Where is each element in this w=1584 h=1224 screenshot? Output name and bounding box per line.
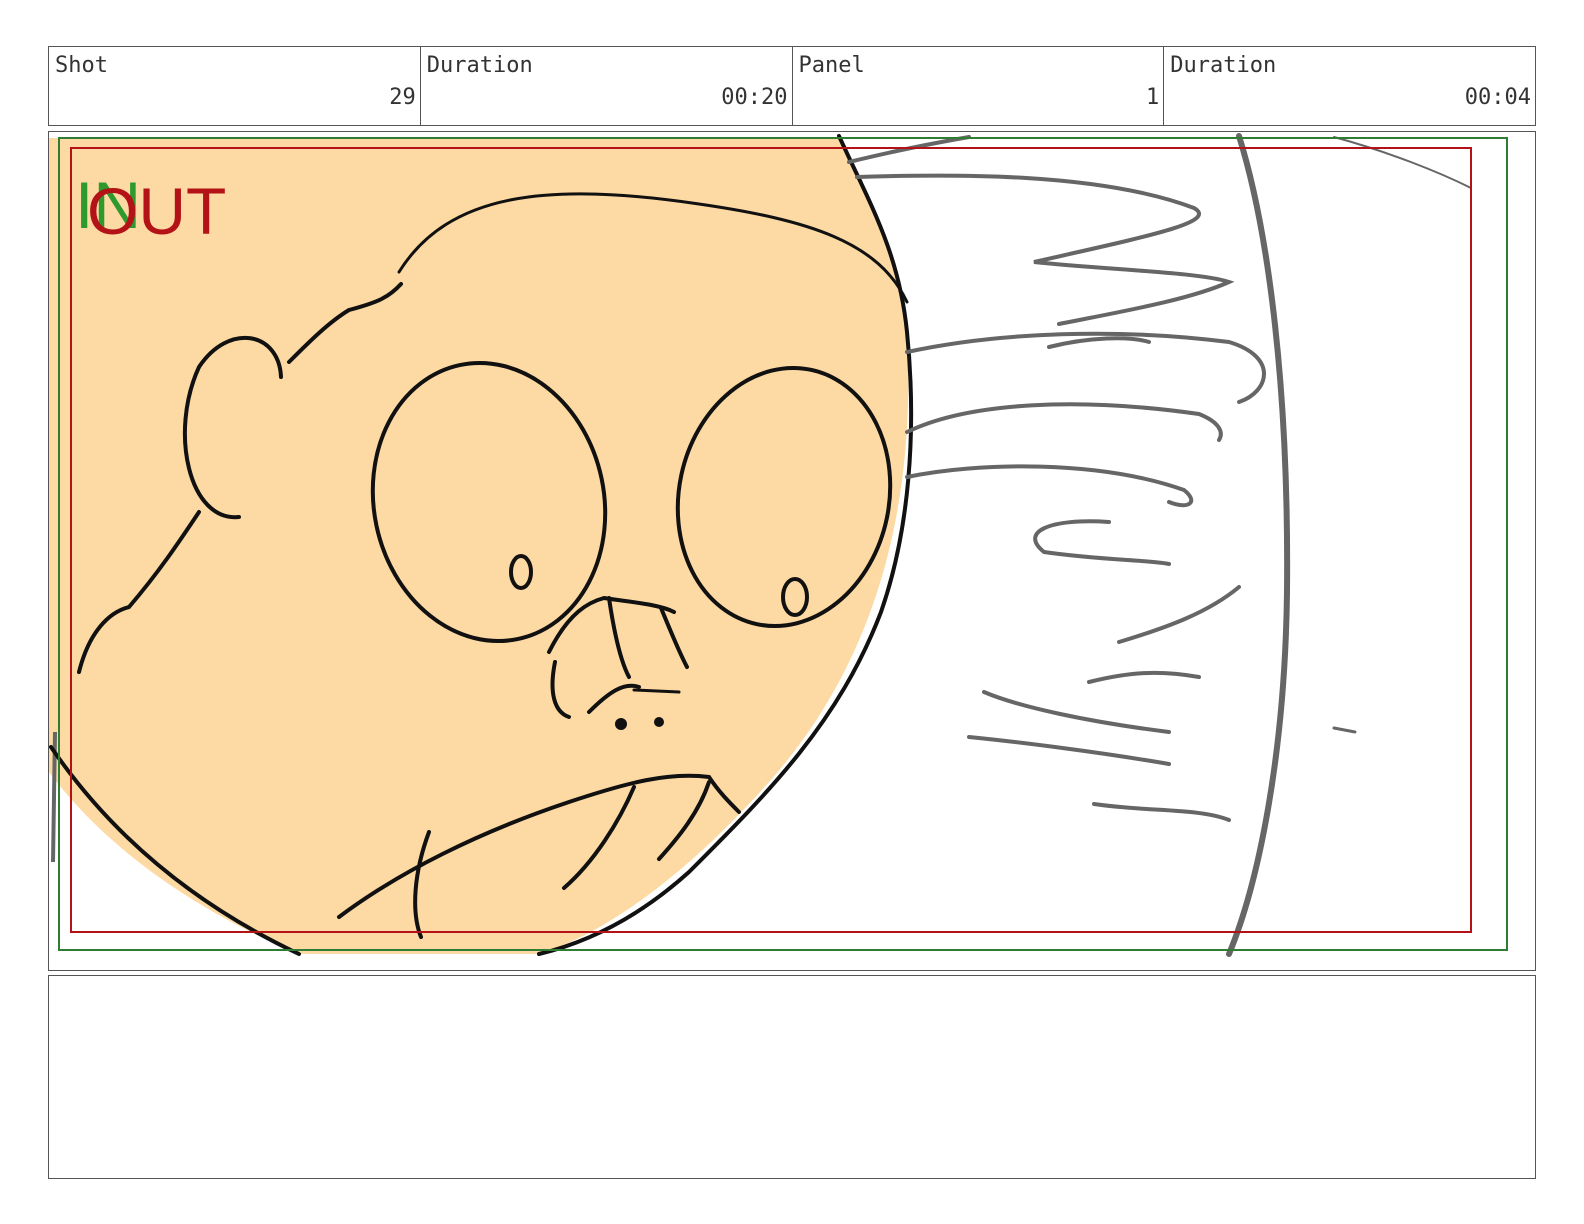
panel-duration-cell: Duration 00:04 <box>1164 47 1535 125</box>
hair-strokes <box>847 133 1472 957</box>
shot-duration-value[interactable]: 00:20 <box>721 85 787 110</box>
shot-duration-label: Duration <box>426 53 533 78</box>
storyboard-drawing: IN OUT <box>49 133 1508 957</box>
shot-label: Shot <box>55 53 108 78</box>
panel-number[interactable]: 1 <box>1146 85 1159 110</box>
storyboard-panel-frame[interactable]: IN OUT <box>48 131 1536 971</box>
shot-number[interactable]: 29 <box>389 85 416 110</box>
panel-duration-label: Duration <box>1170 53 1277 78</box>
shot-info-header: Shot 29 Duration 00:20 Panel 1 Duration … <box>48 46 1536 126</box>
panel-cell: Panel 1 <box>793 47 1165 125</box>
out-marker: OUT <box>87 174 226 248</box>
shot-duration-cell: Duration 00:20 <box>421 47 793 125</box>
panel-duration-value[interactable]: 00:04 <box>1465 85 1531 110</box>
panel-notes-area[interactable] <box>48 975 1536 1179</box>
shot-cell: Shot 29 <box>49 47 421 125</box>
panel-label: Panel <box>798 53 865 78</box>
